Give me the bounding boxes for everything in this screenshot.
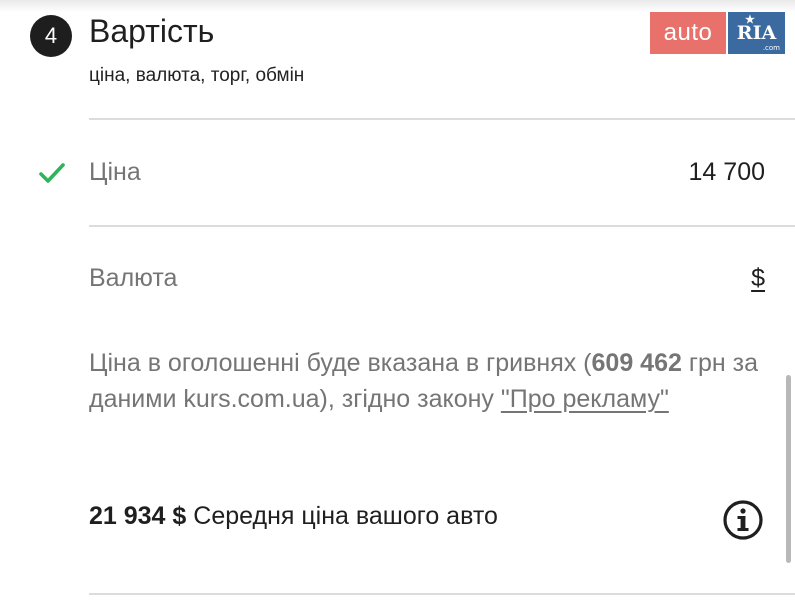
check-icon bbox=[39, 163, 65, 183]
logo-com-text: .com bbox=[762, 44, 780, 52]
currency-field-label[interactable]: Валюта bbox=[89, 264, 177, 293]
note-text-before: Ціна в оголошенні буде вказана в гривнях… bbox=[89, 349, 592, 377]
section-subtitle: ціна, валюта, торг, обмін bbox=[89, 65, 305, 86]
star-icon: ★ bbox=[745, 13, 755, 26]
divider-bottom bbox=[89, 593, 795, 595]
section-title: Вартість bbox=[89, 13, 215, 49]
top-shadow bbox=[0, 0, 795, 12]
average-price-amount: 21 934 $ bbox=[89, 502, 187, 530]
logo-ria-text: RIA bbox=[736, 22, 777, 44]
price-field-label[interactable]: Ціна bbox=[89, 158, 141, 187]
autoria-logo: auto ★ RIA .com bbox=[650, 12, 785, 54]
logo-ria-part: ★ RIA .com bbox=[728, 12, 785, 54]
logo-auto-part: auto bbox=[650, 12, 726, 54]
scrollbar-thumb[interactable] bbox=[786, 375, 791, 563]
currency-selector[interactable]: $ bbox=[751, 264, 765, 293]
advertising-law-link[interactable]: "Про рекламу" bbox=[501, 385, 669, 413]
step-number-badge: 4 bbox=[30, 15, 72, 57]
average-price-line: 21 934 $ Середня ціна вашого авто bbox=[89, 502, 498, 531]
price-section-screen: 4 Вартість ціна, валюта, торг, обмін aut… bbox=[0, 0, 795, 600]
uah-price-note: Ціна в оголошенні буде вказана в гривнях… bbox=[89, 345, 759, 417]
note-uah-amount: 609 462 bbox=[591, 349, 682, 377]
divider-top bbox=[89, 118, 795, 120]
price-field-value[interactable]: 14 700 bbox=[689, 158, 765, 187]
divider-middle bbox=[89, 225, 795, 227]
info-icon[interactable] bbox=[722, 499, 764, 541]
average-price-label: Середня ціна вашого авто bbox=[186, 502, 498, 530]
